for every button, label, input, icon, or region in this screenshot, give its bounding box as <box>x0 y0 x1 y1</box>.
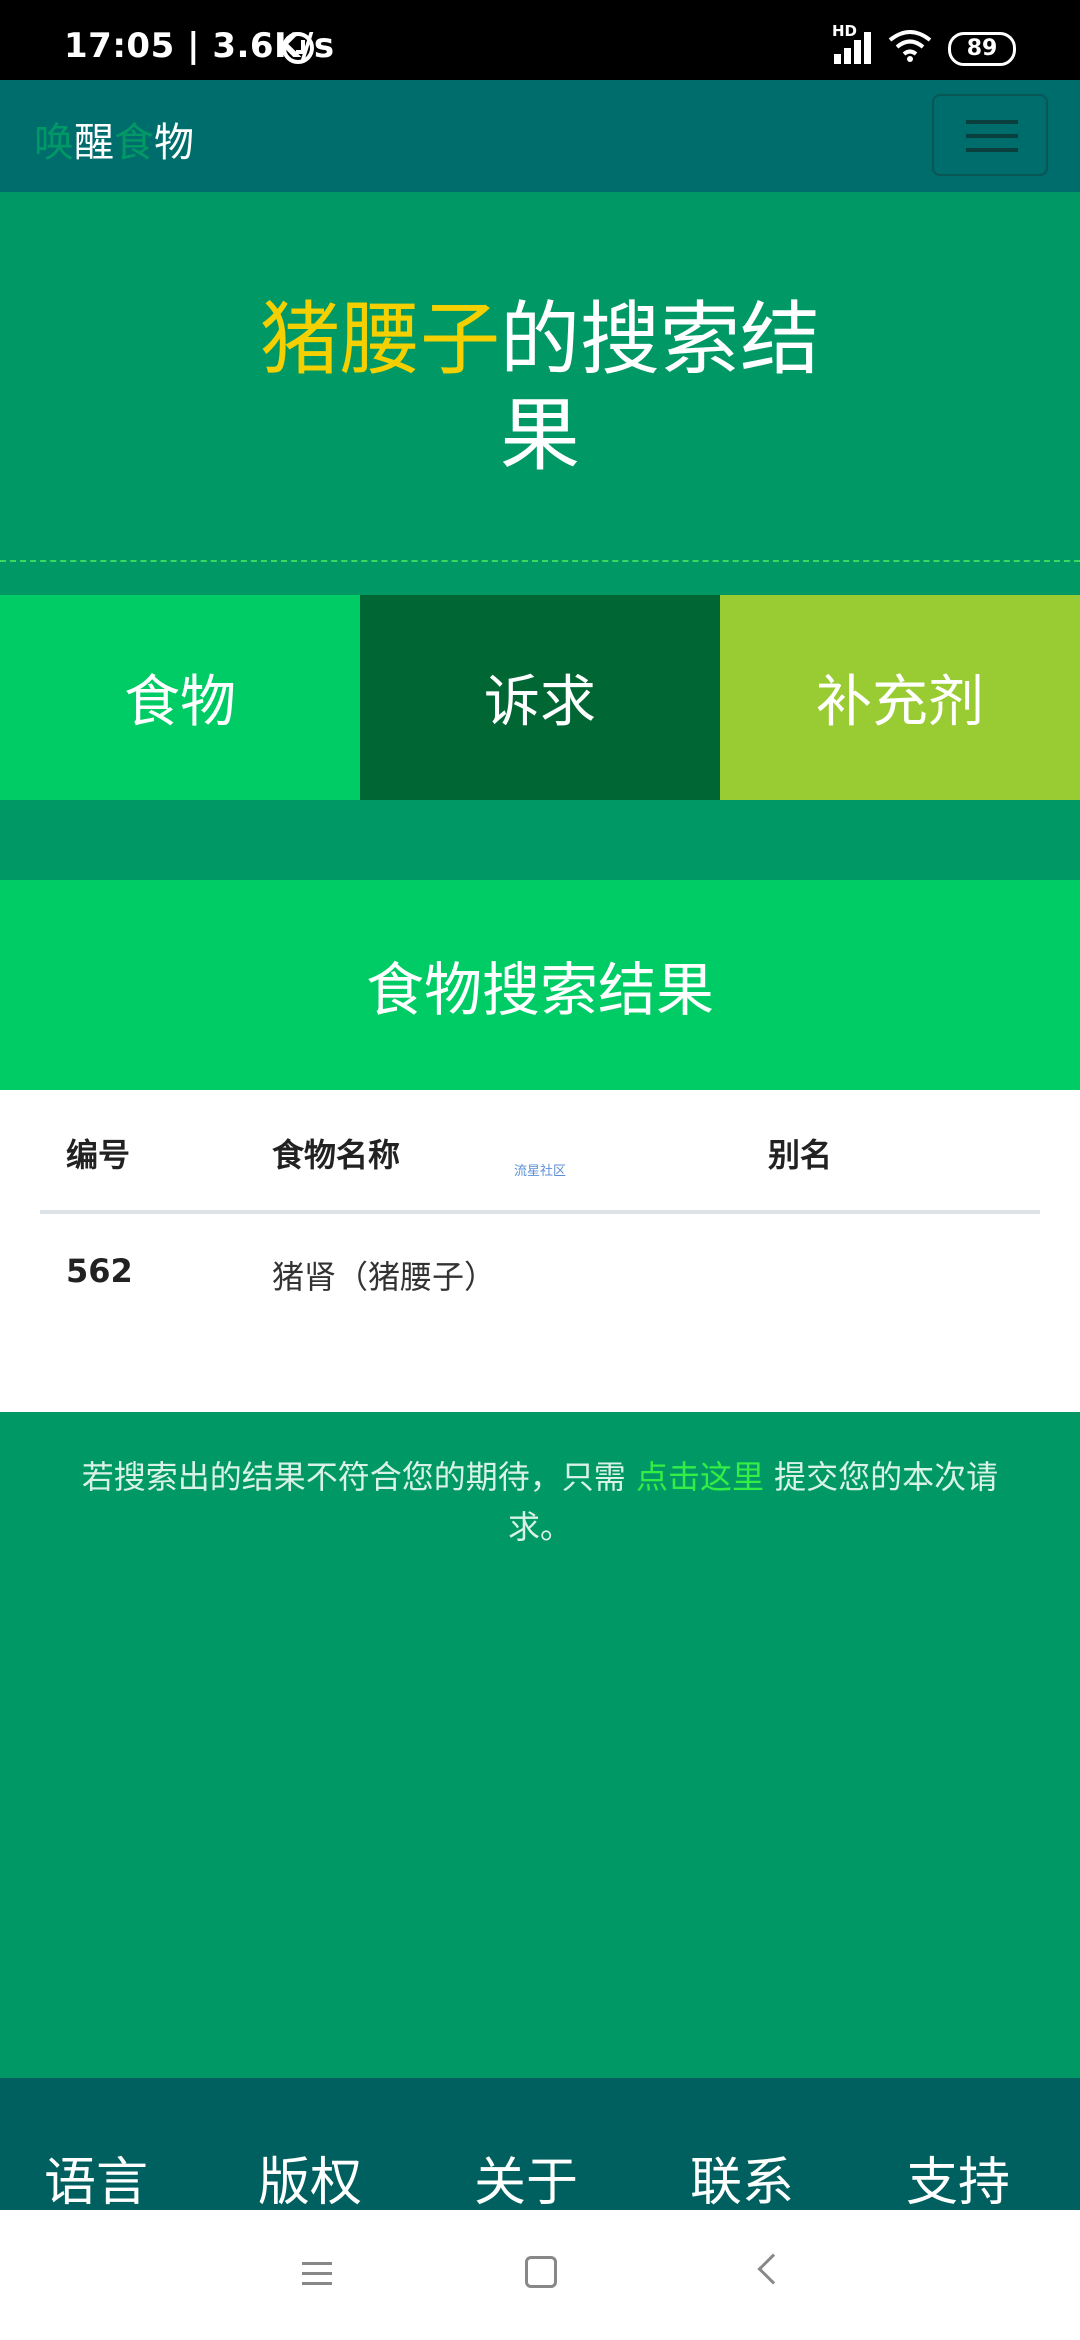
watermark-text: 流星社区 <box>514 1164 567 1179</box>
menu-bar-icon <box>966 148 1018 152</box>
footer-link-support[interactable]: 支持 <box>906 2140 1010 2215</box>
footer-nav: 语言 版权 关于 联系 支持 <box>0 2078 1080 2213</box>
brand-char-3: 食 <box>114 120 154 166</box>
title-text-line2: 果 <box>500 389 580 482</box>
menu-bar-icon <box>966 134 1018 138</box>
column-header-alias: 别名 <box>768 1136 833 1174</box>
footer-link-copyright[interactable]: 版权 <box>258 2140 362 2215</box>
header-divider <box>40 1210 1040 1214</box>
status-bar: 17:05 | 3.6K/s HD 89 <box>0 0 1080 80</box>
column-header-id: 编号 <box>66 1136 131 1174</box>
results-table: 编号 食物名称 别名 流星社区 562 猪肾（猪腰子） <box>0 1090 1080 1412</box>
results-heading: 食物搜索结果 <box>0 880 1080 1090</box>
brand-char-4: 物 <box>154 120 194 166</box>
footer-link-contact[interactable]: 联系 <box>690 2140 794 2215</box>
feedback-note: 若搜索出的结果不符合您的期待，只需 点击这里 提交您的本次请求。 <box>60 1452 1020 1552</box>
menu-bar-icon <box>966 120 1018 124</box>
footer-link-language[interactable]: 语言 <box>44 2140 148 2215</box>
home-icon[interactable] <box>525 2256 557 2288</box>
footer-link-about[interactable]: 关于 <box>474 2140 578 2215</box>
battery-indicator: 89 <box>948 32 1016 66</box>
row-food-name-link[interactable]: 猪肾（猪腰子） <box>272 1252 496 1298</box>
brand-logo[interactable]: 唤醒食物 <box>34 110 194 168</box>
navbar: 唤醒食物 <box>0 80 1080 192</box>
brand-char-2: 醒 <box>74 120 114 166</box>
back-icon[interactable] <box>757 2253 789 2285</box>
row-id: 562 <box>66 1252 133 1290</box>
system-nav-bar <box>0 2210 1080 2340</box>
page-title: 猪腰子的搜索结 果 <box>220 292 860 484</box>
dashed-divider <box>0 560 1080 562</box>
wifi-icon <box>888 30 932 62</box>
brand-char-1: 唤 <box>34 120 74 166</box>
tab-supplement[interactable]: 补充剂 <box>720 595 1080 800</box>
click-here-link[interactable]: 点击这里 <box>636 1458 764 1496</box>
title-text-line1: 的搜索结 <box>500 293 820 386</box>
category-tabs: 食物 诉求 补充剂 <box>0 595 1080 800</box>
hamburger-menu-button[interactable] <box>932 94 1048 176</box>
note-text-before: 若搜索出的结果不符合您的期待，只需 <box>81 1458 636 1496</box>
signal-icon <box>834 28 878 64</box>
search-keyword: 猪腰子 <box>260 293 500 386</box>
recent-apps-icon[interactable] <box>302 2260 332 2286</box>
tab-need[interactable]: 诉求 <box>360 595 720 800</box>
search-hero: 猪腰子的搜索结 果 <box>0 192 1080 562</box>
tab-food[interactable]: 食物 <box>0 595 360 800</box>
alarm-icon <box>282 32 314 64</box>
column-header-name: 食物名称 <box>272 1136 401 1174</box>
